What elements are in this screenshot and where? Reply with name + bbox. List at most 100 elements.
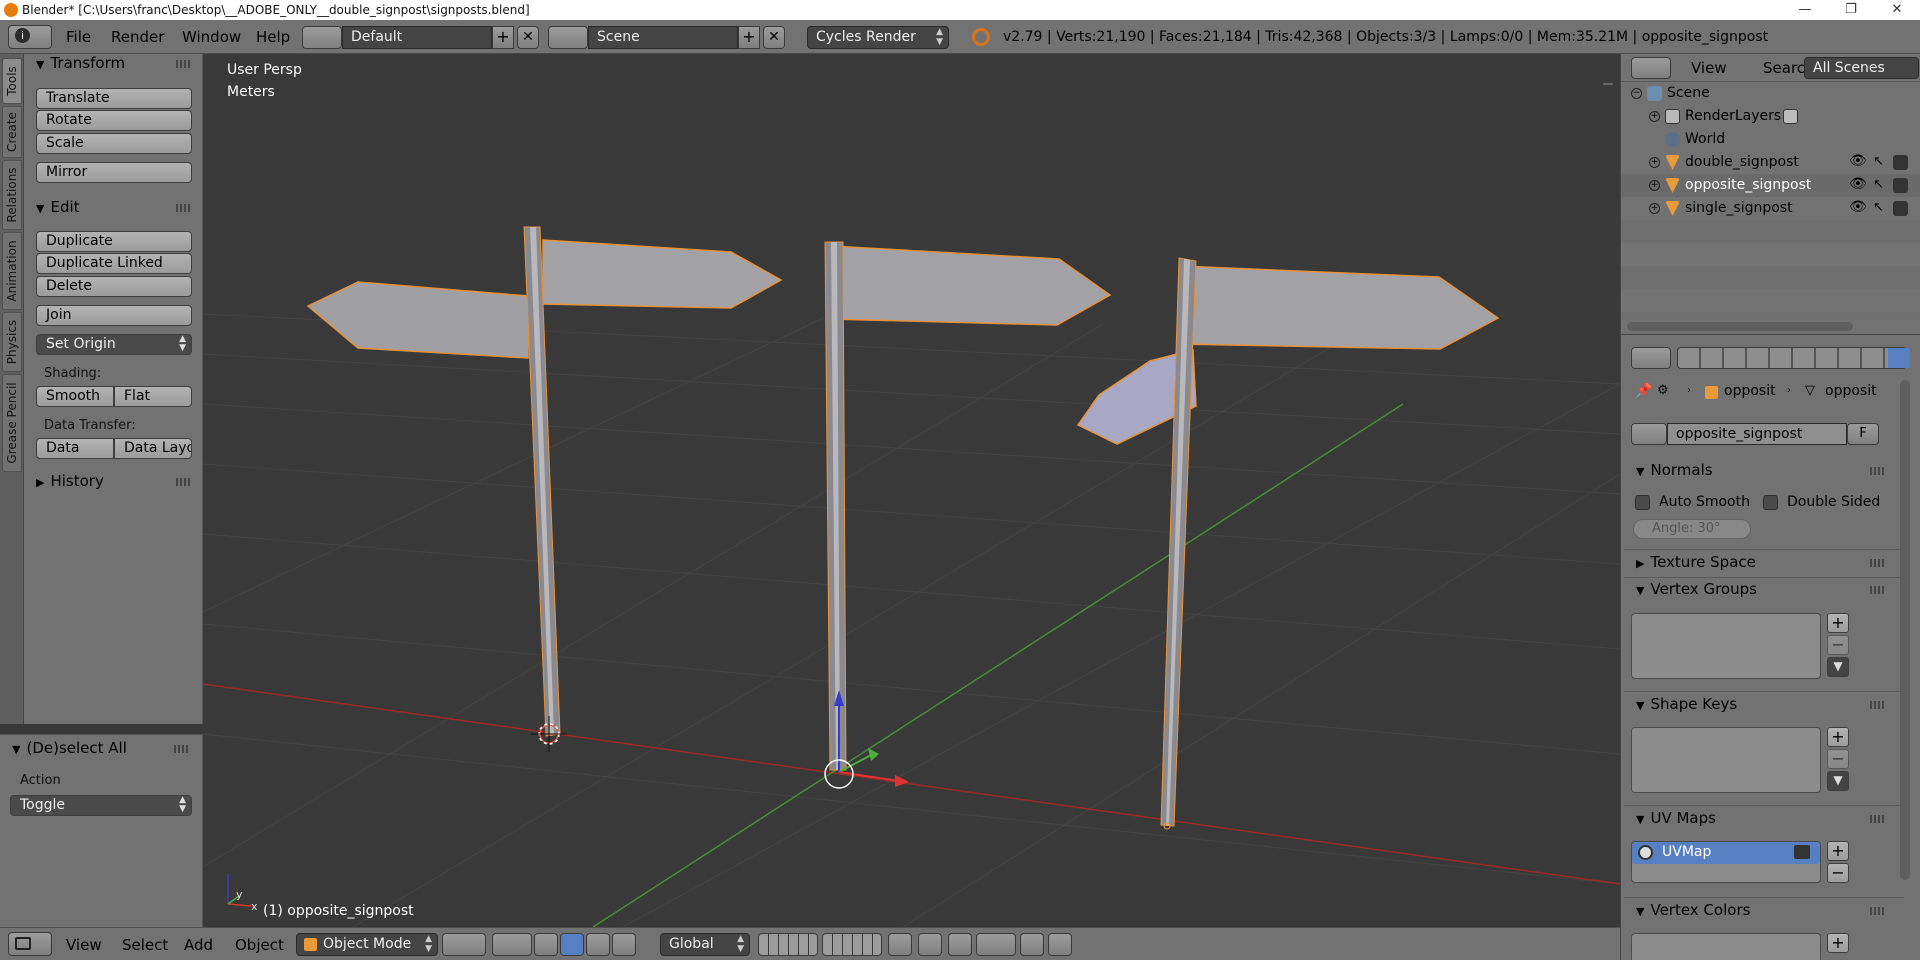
active-render-camera-icon[interactable] bbox=[1794, 845, 1810, 859]
panel-drag-handle-icon[interactable] bbox=[174, 745, 188, 753]
cursor-select-icon[interactable]: ↖ bbox=[1873, 154, 1884, 169]
menu-object[interactable]: Object bbox=[235, 936, 284, 954]
menu-add[interactable]: Add bbox=[184, 936, 213, 954]
add-shape-key-button[interactable]: + bbox=[1827, 727, 1849, 747]
scene-layers-icon[interactable] bbox=[758, 933, 818, 956]
translate-manipulator-icon[interactable] bbox=[560, 933, 584, 956]
panel-drag-handle-icon[interactable] bbox=[1870, 815, 1884, 823]
collapse-icon[interactable]: − bbox=[1631, 88, 1642, 99]
rotate-manipulator-icon[interactable] bbox=[586, 933, 610, 956]
shape-keys-panel-header[interactable]: ▼ Shape Keys bbox=[1636, 695, 1737, 713]
transform-panel-header[interactable]: ▼ Transform bbox=[36, 54, 125, 72]
properties-context-tabs[interactable] bbox=[1677, 347, 1910, 369]
expand-icon[interactable]: + bbox=[1649, 180, 1660, 191]
vertex-groups-list[interactable] bbox=[1631, 613, 1821, 679]
outliner-row-opposite-signpost[interactable]: + opposite_signpost 👁 ↖ bbox=[1621, 174, 1920, 197]
scene-layers-icon[interactable] bbox=[822, 933, 882, 956]
screen-layout-icon[interactable] bbox=[302, 26, 342, 49]
outliner-row-scene[interactable]: − Scene bbox=[1621, 82, 1920, 105]
editor-type-button[interactable] bbox=[8, 932, 52, 956]
remove-uv-map-button[interactable]: − bbox=[1827, 863, 1849, 883]
scale-manipulator-icon[interactable] bbox=[612, 933, 636, 956]
remove-vertex-group-button[interactable]: − bbox=[1827, 635, 1849, 655]
menu-file[interactable]: File bbox=[66, 28, 91, 46]
close-button[interactable]: ✕ bbox=[1874, 0, 1920, 20]
transform-orientation-dropdown[interactable]: Global ▲ ▼ bbox=[660, 933, 750, 956]
mirror-button[interactable]: Mirror bbox=[36, 162, 192, 183]
single-signpost-object[interactable] bbox=[1076, 257, 1500, 830]
render-layer-toggle-icon[interactable] bbox=[1783, 109, 1798, 124]
uv-maps-panel-header[interactable]: ▼ UV Maps bbox=[1636, 809, 1716, 827]
panel-drag-handle-icon[interactable] bbox=[1870, 559, 1884, 567]
expand-icon[interactable]: + bbox=[1649, 111, 1660, 122]
expand-icon[interactable]: + bbox=[1649, 203, 1660, 214]
delete-layout-button[interactable]: ✕ bbox=[517, 26, 539, 49]
add-scene-button[interactable]: + bbox=[738, 26, 760, 49]
outliner-row-renderlayers[interactable]: + RenderLayers bbox=[1621, 105, 1920, 128]
tab-tools[interactable]: Tools bbox=[2, 58, 22, 104]
menu-window[interactable]: Window bbox=[182, 28, 241, 46]
properties-editor-type-icon[interactable] bbox=[1631, 347, 1671, 369]
panel-drag-handle-icon[interactable] bbox=[1870, 907, 1884, 915]
duplicate-button[interactable]: Duplicate bbox=[36, 231, 192, 252]
panel-drag-handle-icon[interactable] bbox=[1870, 467, 1884, 475]
shape-key-specials-icon[interactable]: ▼ bbox=[1827, 771, 1849, 791]
scene-field[interactable]: Scene bbox=[588, 26, 738, 49]
3d-cursor-icon[interactable] bbox=[531, 716, 567, 752]
add-vertex-color-button[interactable]: + bbox=[1827, 933, 1849, 953]
set-origin-dropdown[interactable]: Set Origin ▲ ▼ bbox=[36, 334, 192, 355]
delete-button[interactable]: Delete bbox=[36, 276, 192, 297]
history-panel-header[interactable]: ▶ History bbox=[36, 472, 104, 490]
eye-icon[interactable]: 👁 bbox=[1849, 153, 1867, 169]
mesh-name-field[interactable]: opposite_signpost bbox=[1667, 423, 1847, 445]
camera-render-icon[interactable] bbox=[1893, 178, 1908, 193]
add-layout-button[interactable]: + bbox=[492, 26, 514, 49]
menu-select[interactable]: Select bbox=[122, 936, 168, 954]
outliner-row-world[interactable]: World bbox=[1621, 128, 1920, 151]
delete-scene-button[interactable]: ✕ bbox=[763, 26, 785, 49]
texture-space-panel-header[interactable]: ▶ Texture Space bbox=[1636, 553, 1756, 571]
operator-panel-header[interactable]: ▼ (De)select All bbox=[12, 739, 127, 757]
minimize-button[interactable]: — bbox=[1782, 0, 1828, 20]
camera-render-icon[interactable] bbox=[1893, 155, 1908, 170]
camera-render-icon[interactable] bbox=[1893, 201, 1908, 216]
menu-view[interactable]: View bbox=[66, 936, 102, 954]
shape-keys-list[interactable] bbox=[1631, 727, 1821, 793]
tab-relations[interactable]: Relations bbox=[2, 160, 22, 230]
data-layout-transfer-button[interactable]: Data Layo bbox=[114, 438, 192, 459]
outliner-row-double-signpost[interactable]: + double_signpost 👁 ↖ bbox=[1621, 151, 1920, 174]
layer-lock-icon[interactable] bbox=[888, 933, 912, 956]
expand-icon[interactable]: + bbox=[1649, 157, 1660, 168]
render-animation-icon[interactable] bbox=[1048, 933, 1072, 956]
remove-shape-key-button[interactable]: − bbox=[1827, 749, 1849, 769]
normals-panel-header[interactable]: ▼ Normals bbox=[1636, 461, 1713, 479]
uv-maps-list[interactable]: UVMap bbox=[1631, 841, 1821, 883]
panel-drag-handle-icon[interactable] bbox=[1870, 586, 1884, 594]
add-vertex-group-button[interactable]: + bbox=[1827, 613, 1849, 633]
menu-help[interactable]: Help bbox=[256, 28, 290, 46]
join-button[interactable]: Join bbox=[36, 305, 192, 326]
cursor-select-icon[interactable]: ↖ bbox=[1873, 200, 1884, 215]
mesh-data-tab-icon[interactable] bbox=[1888, 348, 1910, 368]
tab-animation[interactable]: Animation bbox=[2, 232, 22, 310]
double-signpost-object[interactable] bbox=[306, 226, 783, 744]
render-engine-dropdown[interactable]: Cycles Render ▲ ▼ bbox=[807, 26, 949, 49]
uv-map-row[interactable]: UVMap bbox=[1632, 842, 1820, 864]
snap-toggle-icon[interactable] bbox=[948, 933, 972, 956]
properties-scrollbar[interactable] bbox=[1900, 380, 1910, 880]
duplicate-linked-button[interactable]: Duplicate Linked bbox=[36, 253, 192, 274]
mesh-browse-button[interactable] bbox=[1631, 423, 1667, 445]
double-sided-checkbox[interactable] bbox=[1763, 495, 1778, 510]
screen-layout-field[interactable]: Default bbox=[342, 26, 492, 49]
outliner-view-menu[interactable]: View bbox=[1691, 59, 1727, 77]
menu-render[interactable]: Render bbox=[111, 28, 164, 46]
proportional-edit-icon[interactable] bbox=[918, 933, 942, 956]
fake-user-button[interactable]: F bbox=[1847, 423, 1879, 445]
opposite-signpost-object[interactable] bbox=[824, 241, 1112, 789]
scale-button[interactable]: Scale bbox=[36, 133, 192, 154]
tab-create[interactable]: Create bbox=[2, 106, 22, 158]
maximize-button[interactable]: ❐ bbox=[1828, 0, 1874, 20]
eye-icon[interactable]: 👁 bbox=[1849, 199, 1867, 215]
vertex-colors-panel-header[interactable]: ▼ Vertex Colors bbox=[1636, 901, 1750, 919]
cursor-select-icon[interactable]: ↖ bbox=[1873, 177, 1884, 192]
